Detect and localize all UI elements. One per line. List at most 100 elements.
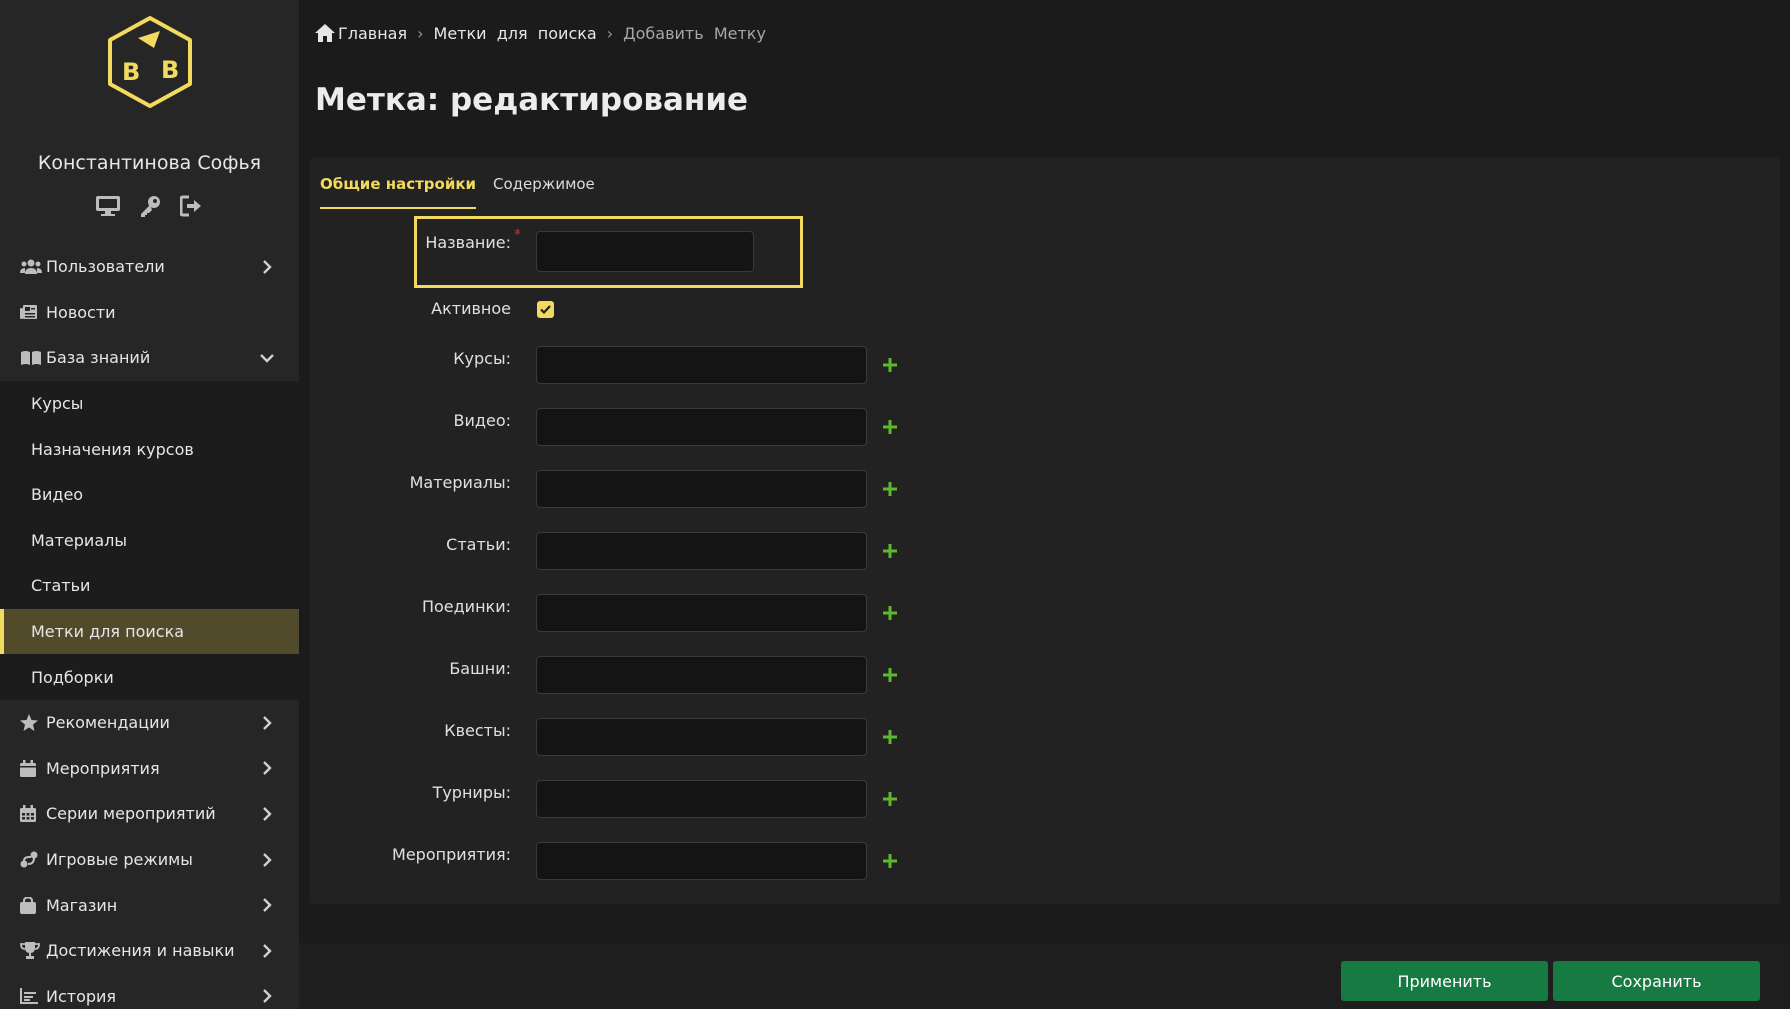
sidebar-item-game-modes[interactable]: Игровые режимы xyxy=(0,837,299,883)
tab-bar: Общие настройки Содержимое xyxy=(320,175,612,209)
chevron-right-icon xyxy=(263,259,272,274)
home-icon[interactable] xyxy=(315,24,335,42)
sidebar-item-course-assignments[interactable]: Назначения курсов xyxy=(0,426,299,472)
sidebar-item-materials[interactable]: Материалы xyxy=(0,518,299,564)
sidebar-item-collections[interactable]: Подборки xyxy=(0,654,299,700)
breadcrumb: Главная › Метки для поиска › Добавить Ме… xyxy=(315,22,766,44)
svg-text:B: B xyxy=(161,56,179,84)
user-actions xyxy=(0,193,299,219)
sidebar-item-label: История xyxy=(46,986,117,1006)
sidebar-item-label: Рекомендации xyxy=(46,713,170,733)
chevron-down-icon xyxy=(260,354,274,363)
trophy-icon xyxy=(20,942,42,960)
tab-content[interactable]: Содержимое xyxy=(493,175,595,209)
sidebar-item-events[interactable]: Мероприятия xyxy=(0,746,299,792)
chevron-right-icon xyxy=(263,852,272,867)
articles-label: Статьи: xyxy=(446,535,511,554)
quests-input[interactable] xyxy=(536,718,867,756)
sidebar-item-label: Достижения и навыки xyxy=(46,941,235,961)
save-button[interactable]: Сохранить xyxy=(1553,961,1760,1001)
monitor-icon[interactable] xyxy=(94,193,122,219)
sidebar-item-users[interactable]: Пользователи xyxy=(0,244,299,290)
quests-label: Квесты: xyxy=(444,721,511,740)
breadcrumb-section-link[interactable]: Метки для поиска xyxy=(434,24,597,43)
video-label: Видео: xyxy=(453,411,511,430)
sidebar-item-achievements[interactable]: Достижения и навыки xyxy=(0,928,299,974)
check-icon xyxy=(540,305,551,314)
logo-cube-icon: B B xyxy=(107,16,192,108)
add-quests-plus-icon[interactable] xyxy=(883,730,897,744)
events-input[interactable] xyxy=(536,842,867,880)
user-name: Константинова Софья xyxy=(37,152,262,174)
tab-general-settings[interactable]: Общие настройки xyxy=(320,175,477,209)
courses-label: Курсы: xyxy=(453,349,511,368)
sidebar-item-news[interactable]: Новости xyxy=(0,290,299,336)
sidebar-item-label: Пользователи xyxy=(46,257,165,277)
articles-input[interactable] xyxy=(536,532,867,570)
sidebar-item-recommendations[interactable]: Рекомендации xyxy=(0,700,299,746)
chevron-right-icon xyxy=(263,898,272,912)
star-icon xyxy=(20,714,42,732)
materials-label: Материалы: xyxy=(409,473,511,492)
sidebar-item-label: Игровые режимы xyxy=(46,850,193,870)
sidebar-item-label: Курсы xyxy=(31,394,84,414)
breadcrumb-home-link[interactable]: Главная xyxy=(338,24,407,43)
key-icon[interactable] xyxy=(136,193,164,219)
sidebar-item-history[interactable]: История xyxy=(0,974,299,1009)
svg-text:B: B xyxy=(122,58,140,86)
edit-panel: Общие настройки Содержимое Название: * Ак… xyxy=(310,157,1780,904)
sidebar-item-label: Материалы xyxy=(31,530,127,550)
towers-label: Башни: xyxy=(449,659,511,678)
sidebar-item-label: Статьи xyxy=(31,576,91,596)
name-input[interactable] xyxy=(536,231,754,272)
towers-input[interactable] xyxy=(536,656,867,694)
sidebar-item-label: Видео xyxy=(31,485,84,505)
name-label-text: Название: xyxy=(425,233,511,252)
breadcrumb-current: Добавить Метку xyxy=(623,23,766,43)
sidebar-item-label: База знаний xyxy=(46,348,151,368)
chart-icon xyxy=(20,987,42,1005)
duels-input[interactable] xyxy=(536,594,867,632)
sign-out-icon[interactable] xyxy=(178,193,206,219)
apply-button[interactable]: Применить xyxy=(1341,961,1548,1001)
tournaments-input[interactable] xyxy=(536,780,867,818)
newspaper-icon xyxy=(20,303,42,321)
sidebar-item-knowledge-base[interactable]: База знаний xyxy=(0,335,299,381)
add-courses-plus-icon[interactable] xyxy=(883,358,897,372)
chevron-right-icon xyxy=(263,989,272,1004)
active-label: Активное xyxy=(431,299,511,318)
sidebar-item-label: Серии мероприятий xyxy=(46,804,216,824)
breadcrumb-separator: › xyxy=(606,23,614,43)
chevron-right-icon xyxy=(263,943,272,958)
sidebar-item-courses[interactable]: Курсы xyxy=(0,381,299,427)
add-tournaments-plus-icon[interactable] xyxy=(883,792,897,806)
sidebar-item-label: Магазин xyxy=(46,895,118,915)
sidebar-item-label: Подборки xyxy=(31,667,114,687)
required-mark: * xyxy=(514,227,521,243)
sidebar-item-video[interactable]: Видео xyxy=(0,472,299,518)
chevron-right-icon xyxy=(263,715,272,730)
active-checkbox[interactable] xyxy=(537,301,554,318)
events-label: Мероприятия: xyxy=(392,845,511,864)
video-input[interactable] xyxy=(536,408,867,446)
logo[interactable]: B B xyxy=(0,12,299,112)
tournaments-label: Турниры: xyxy=(432,783,511,802)
add-towers-plus-icon[interactable] xyxy=(883,668,897,682)
route-icon xyxy=(20,851,42,869)
users-icon xyxy=(20,258,42,276)
add-duels-plus-icon[interactable] xyxy=(883,606,897,620)
courses-input[interactable] xyxy=(536,346,867,384)
sidebar-item-articles[interactable]: Статьи xyxy=(0,563,299,609)
add-events-plus-icon[interactable] xyxy=(883,854,897,868)
sidebar-item-search-tags[interactable]: Метки для поиска xyxy=(0,608,299,655)
sidebar-menu: Пользователи Новости База знаний Курсы Н… xyxy=(0,244,299,1009)
add-articles-plus-icon[interactable] xyxy=(883,544,897,558)
add-materials-plus-icon[interactable] xyxy=(883,482,897,496)
footer-bar: Применить Сохранить xyxy=(299,943,1790,1009)
materials-input[interactable] xyxy=(536,470,867,508)
sidebar-item-shop[interactable]: Магазин xyxy=(0,882,299,928)
calendar-icon xyxy=(20,759,42,777)
sidebar-item-event-series[interactable]: Серии мероприятий xyxy=(0,791,299,837)
shopping-bag-icon xyxy=(20,896,42,914)
add-video-plus-icon[interactable] xyxy=(883,420,897,434)
